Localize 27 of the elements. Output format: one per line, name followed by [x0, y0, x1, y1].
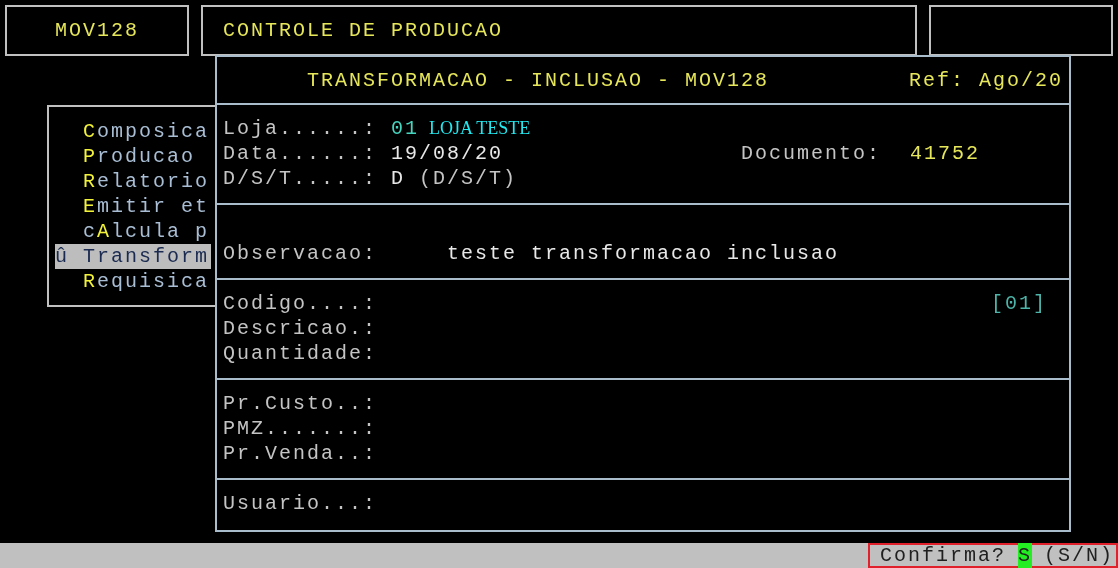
- field-label: PMZ.......:: [223, 416, 379, 441]
- type-hint: (D/S/T): [419, 166, 518, 191]
- item-index: [01]: [991, 291, 1047, 317]
- field-label: D/S/T.....:: [223, 166, 379, 191]
- document-number: 41752: [910, 141, 980, 166]
- field-label: Pr.Custo..:: [223, 391, 379, 416]
- menu-item[interactable]: û Transform: [55, 244, 211, 269]
- field-label: Pr.Venda..:: [223, 441, 379, 466]
- observation-value: teste transformacao inclusao: [447, 241, 840, 267]
- date-value: 19/08/20: [391, 141, 504, 166]
- field-label: Observacao:: [223, 241, 379, 267]
- dialog-title: TRANSFORMACAO - INCLUSAO - MOV128: [307, 67, 770, 93]
- field-label: Data......:: [223, 141, 379, 166]
- field-label: Descricao.:: [223, 316, 379, 341]
- field-label: Usuario...:: [223, 491, 379, 516]
- answer-options: (S/N): [1044, 543, 1114, 568]
- program-box: MOV128: [5, 5, 189, 56]
- store-name: LOJA TESTE: [429, 117, 531, 140]
- type-value: D: [391, 166, 405, 191]
- field-label: Loja......:: [223, 116, 379, 141]
- store-code: 01: [391, 116, 419, 141]
- answer-field[interactable]: S: [1017, 543, 1032, 568]
- field-label: Documento:: [741, 141, 883, 166]
- reference-period: Ref: Ago/20: [908, 67, 1063, 93]
- confirm-prompt: Confirma?: [879, 543, 1006, 568]
- field-label: Codigo....:: [223, 291, 379, 316]
- field-label: Quantidade:: [223, 341, 379, 366]
